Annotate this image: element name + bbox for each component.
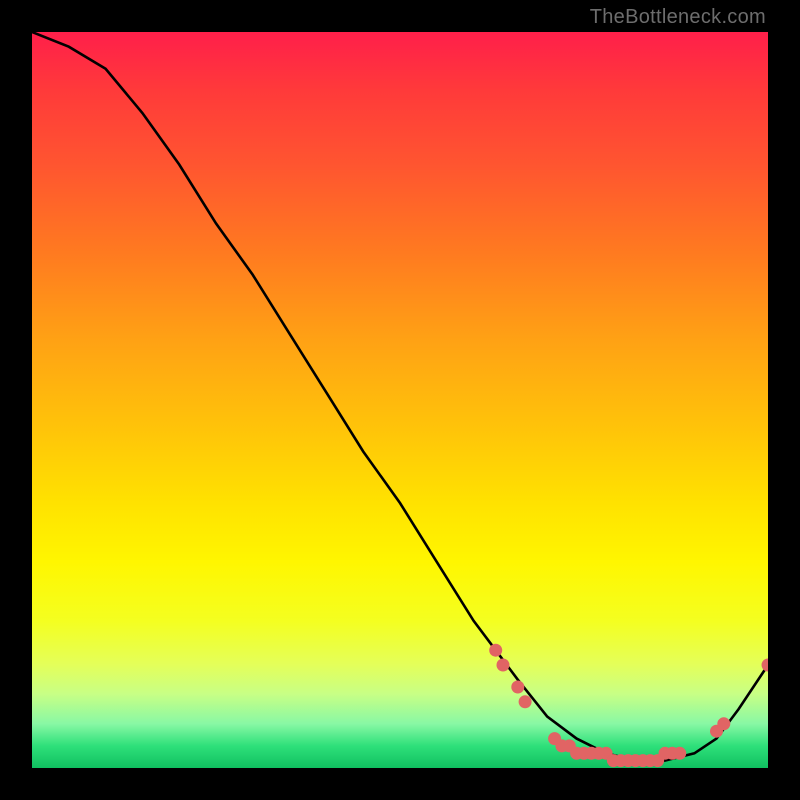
watermark-text: TheBottleneck.com <box>590 6 766 29</box>
plot-area <box>32 32 768 768</box>
data-marker <box>519 695 532 708</box>
data-marker <box>762 659 769 672</box>
chart-stage: TheBottleneck.com <box>0 0 800 800</box>
data-marker <box>717 717 730 730</box>
curve-markers <box>489 644 768 767</box>
data-marker <box>673 747 686 760</box>
data-marker <box>497 659 510 672</box>
curve-line <box>32 32 768 761</box>
data-marker <box>511 681 524 694</box>
data-marker <box>489 644 502 657</box>
chart-svg <box>32 32 768 768</box>
